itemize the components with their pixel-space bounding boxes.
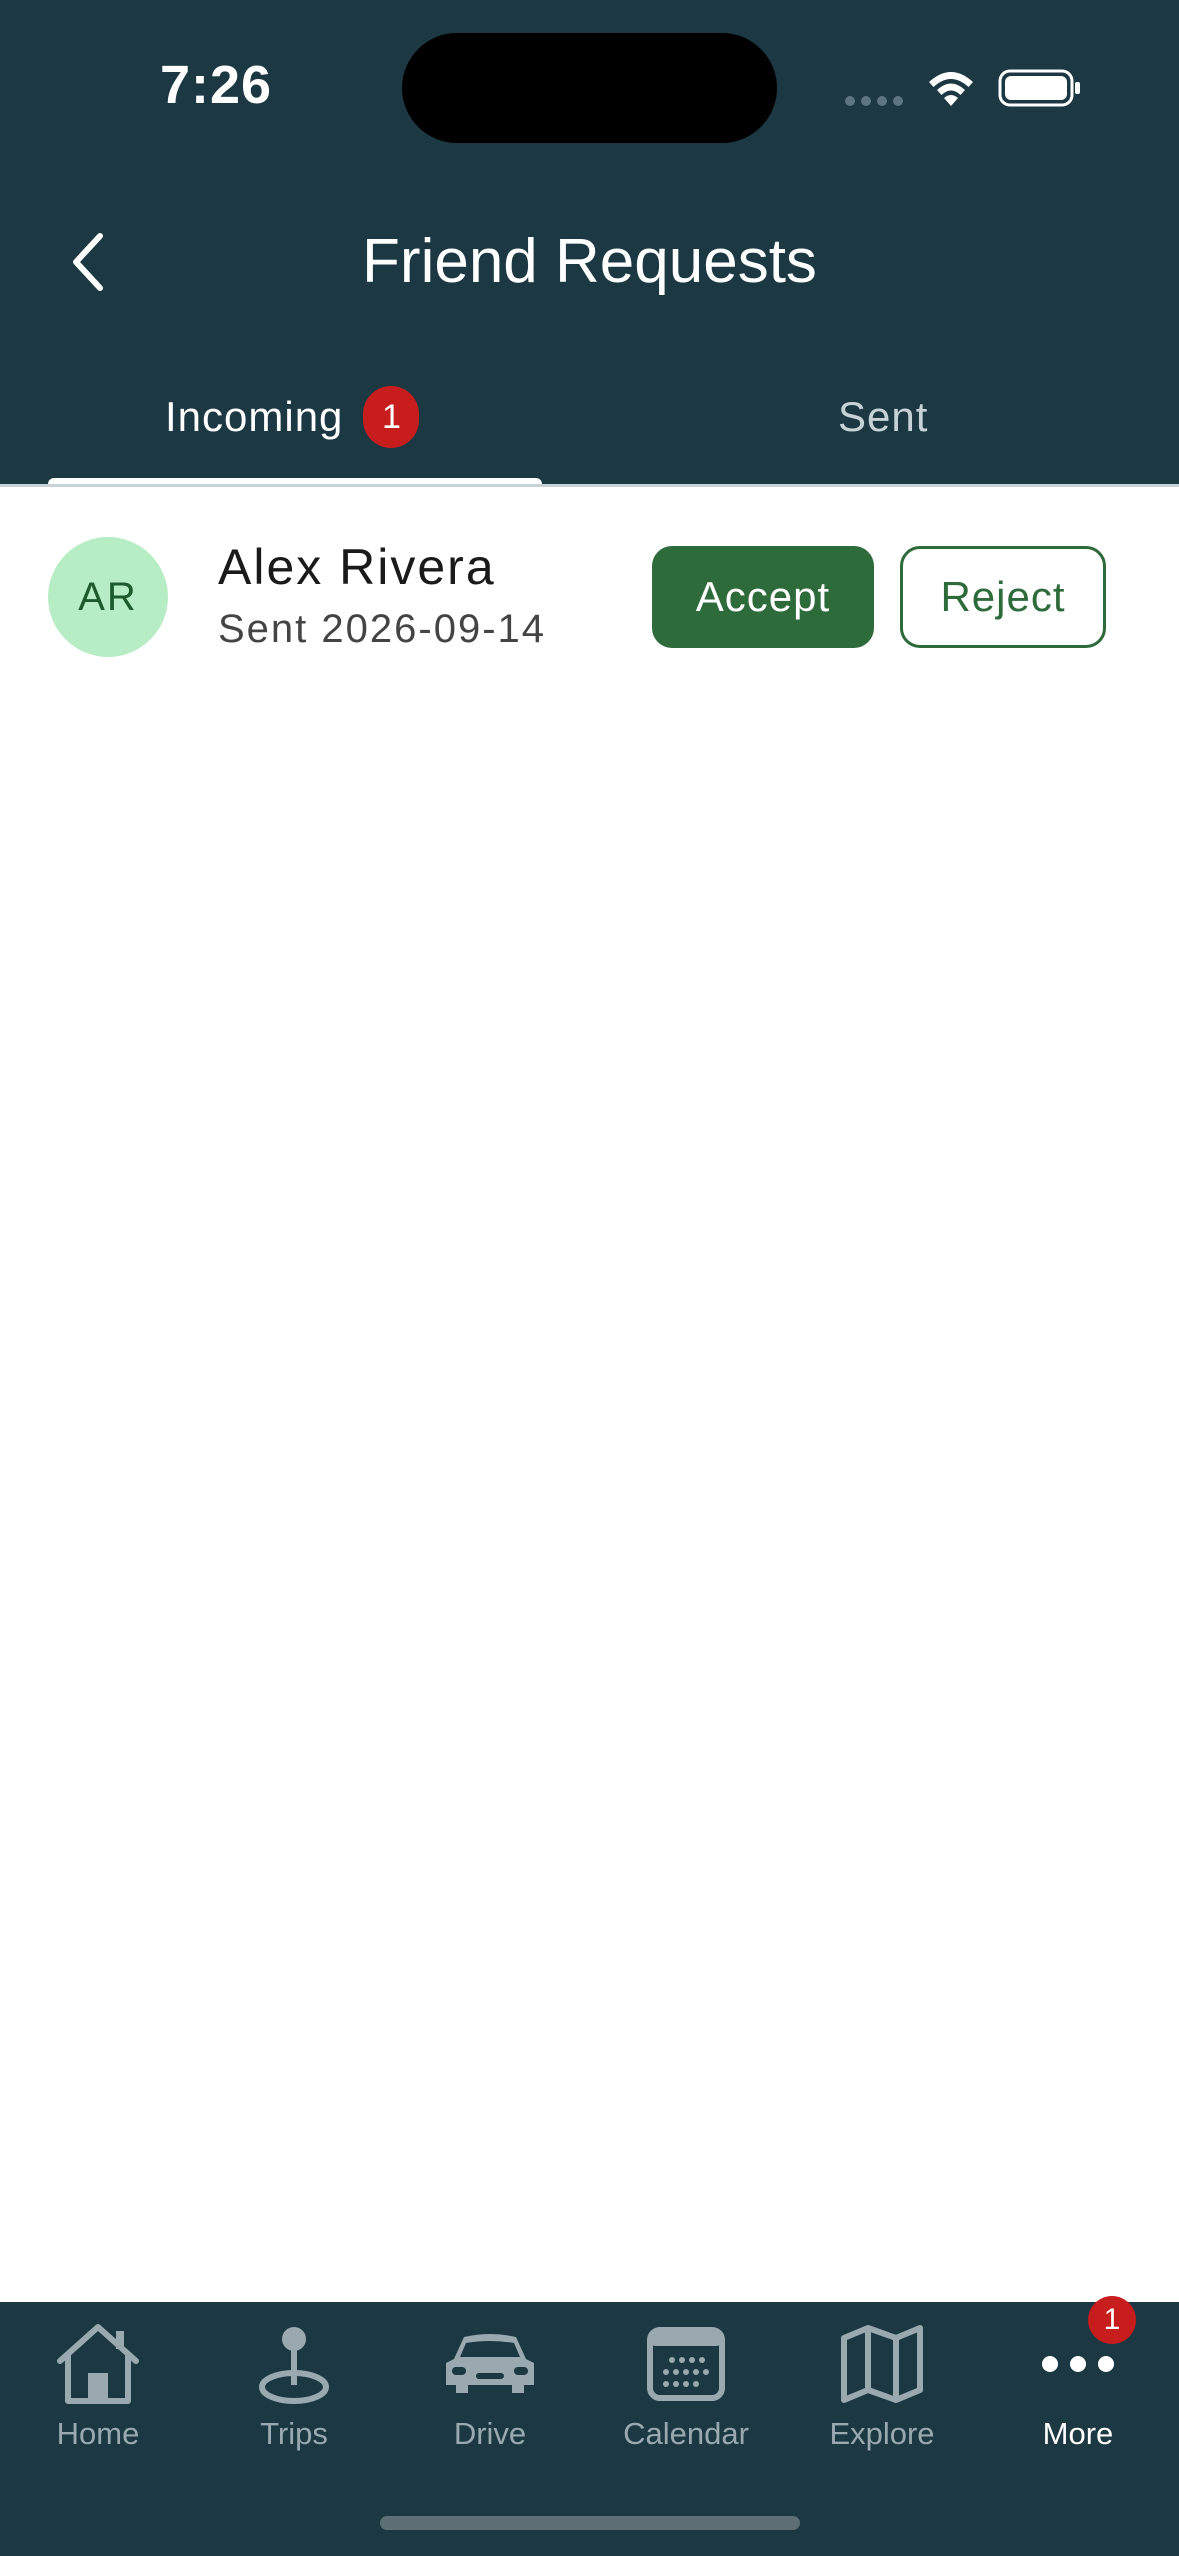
tabbar-label-more: More — [1042, 2416, 1114, 2451]
page-title: Friend Requests — [362, 227, 817, 296]
requester-name: Alex Rivera — [218, 539, 496, 595]
tab-incoming-label: Incoming — [165, 393, 344, 440]
accept-button[interactable]: Accept — [652, 546, 874, 648]
reject-button[interactable]: Reject — [900, 546, 1106, 648]
home-indicator[interactable] — [380, 2516, 800, 2530]
cellular-signal-icon — [845, 96, 905, 108]
tabbar-item-calendar[interactable]: Calendar — [588, 2314, 784, 2484]
tabbar-item-more[interactable]: More — [980, 2314, 1176, 2484]
request-sent-date: Sent 2026-09-14 — [218, 607, 547, 651]
tabbar-item-trips[interactable]: Trips — [196, 2314, 392, 2484]
map-icon — [841, 2325, 923, 2403]
tabbar-item-explore[interactable]: Explore — [784, 2314, 980, 2484]
car-icon — [446, 2334, 534, 2393]
battery-icon — [998, 69, 1080, 107]
calendar-icon — [647, 2327, 725, 2401]
tab-divider — [0, 484, 1179, 487]
tabbar-label-drive: Drive — [453, 2416, 527, 2451]
avatar: AR — [48, 537, 168, 657]
friend-request-row: AR Alex Rivera Sent 2026-09-14 Accept Re… — [0, 500, 1179, 700]
wifi-icon — [929, 72, 973, 106]
tabbar-label-calendar: Calendar — [623, 2416, 749, 2451]
tabbar-label-explore: Explore — [829, 2416, 935, 2451]
app-header: 7:26 Friend Requests Incoming 1 Sent — [0, 0, 1179, 488]
more-notification-badge: 1 — [1088, 2296, 1136, 2344]
incoming-count-badge: 1 — [363, 386, 420, 448]
dynamic-island — [402, 33, 777, 143]
tabbar-item-drive[interactable]: Drive — [392, 2314, 588, 2484]
more-icon — [1042, 2356, 1114, 2372]
tab-sent-label: Sent — [838, 393, 929, 440]
tab-sent[interactable]: Sent — [838, 378, 928, 456]
tabbar-label-trips: Trips — [260, 2416, 328, 2451]
tabbar-label-home: Home — [56, 2416, 140, 2451]
home-icon — [57, 2324, 139, 2404]
location-pin-icon — [259, 2327, 329, 2404]
status-time: 7:26 — [160, 55, 273, 115]
tabbar-item-home[interactable]: Home — [0, 2314, 196, 2484]
tab-incoming[interactable]: Incoming 1 — [165, 378, 420, 456]
